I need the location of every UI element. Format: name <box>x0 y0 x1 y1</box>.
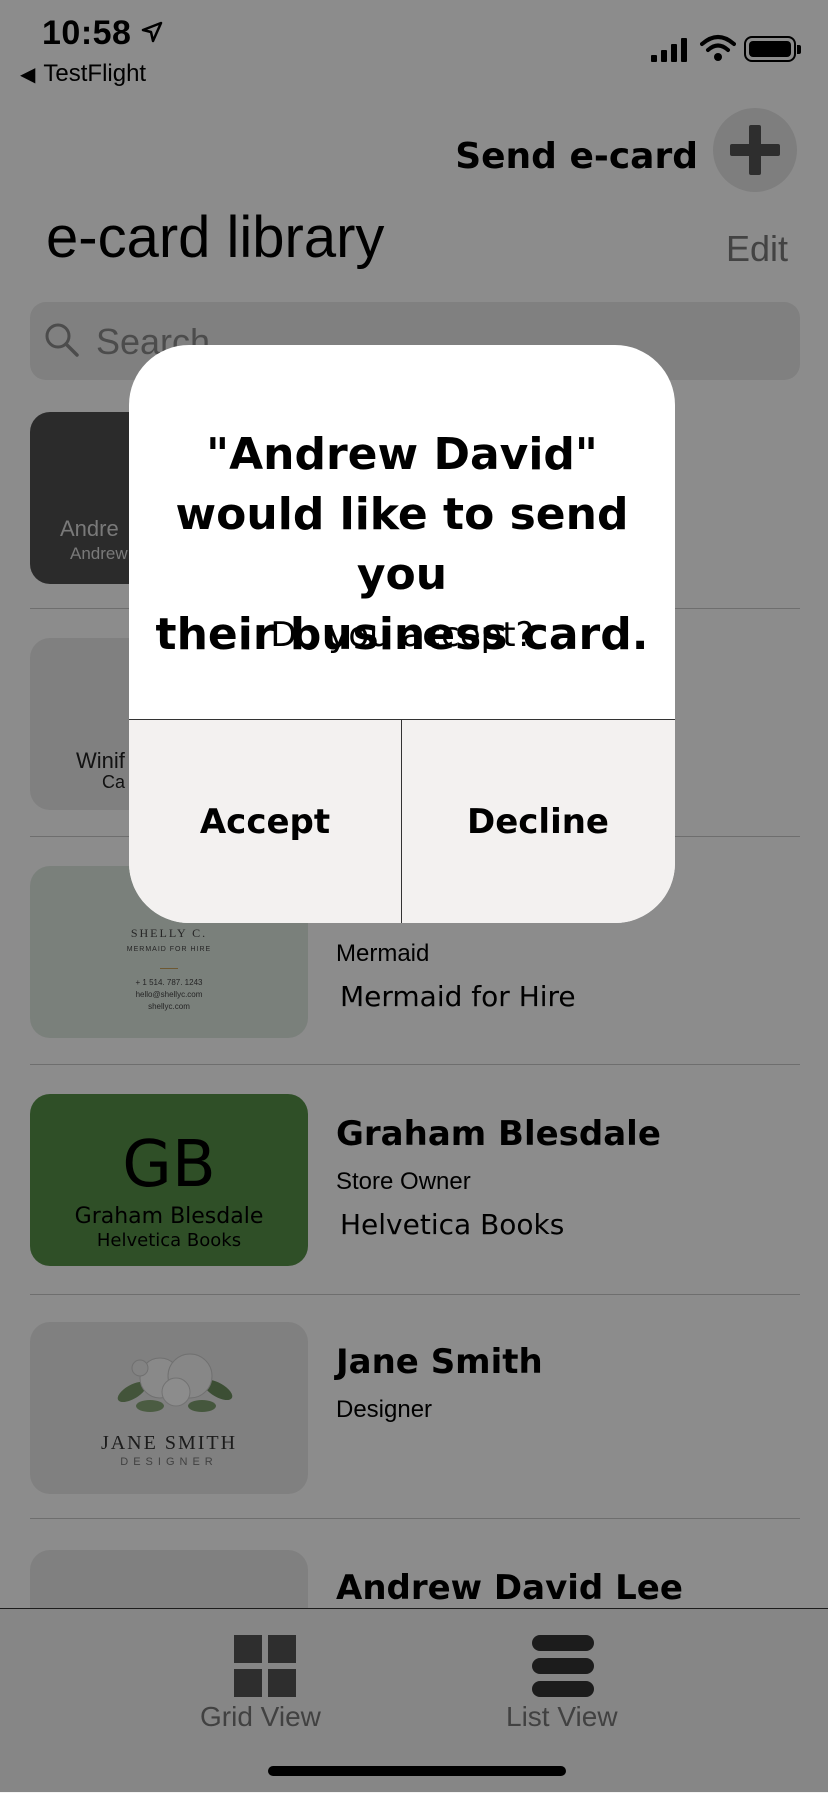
alert-message: Do you accept? <box>270 615 534 655</box>
home-indicator[interactable] <box>268 1766 566 1776</box>
alert-button-row: Accept Decline <box>129 719 675 923</box>
accept-button[interactable]: Accept <box>129 720 401 923</box>
accept-card-alert: "Andrew David" would like to send you th… <box>129 345 675 923</box>
alert-title-line: "Andrew David" <box>206 429 598 480</box>
decline-button[interactable]: Decline <box>402 720 674 923</box>
alert-title-line: would like to send you <box>175 489 629 600</box>
